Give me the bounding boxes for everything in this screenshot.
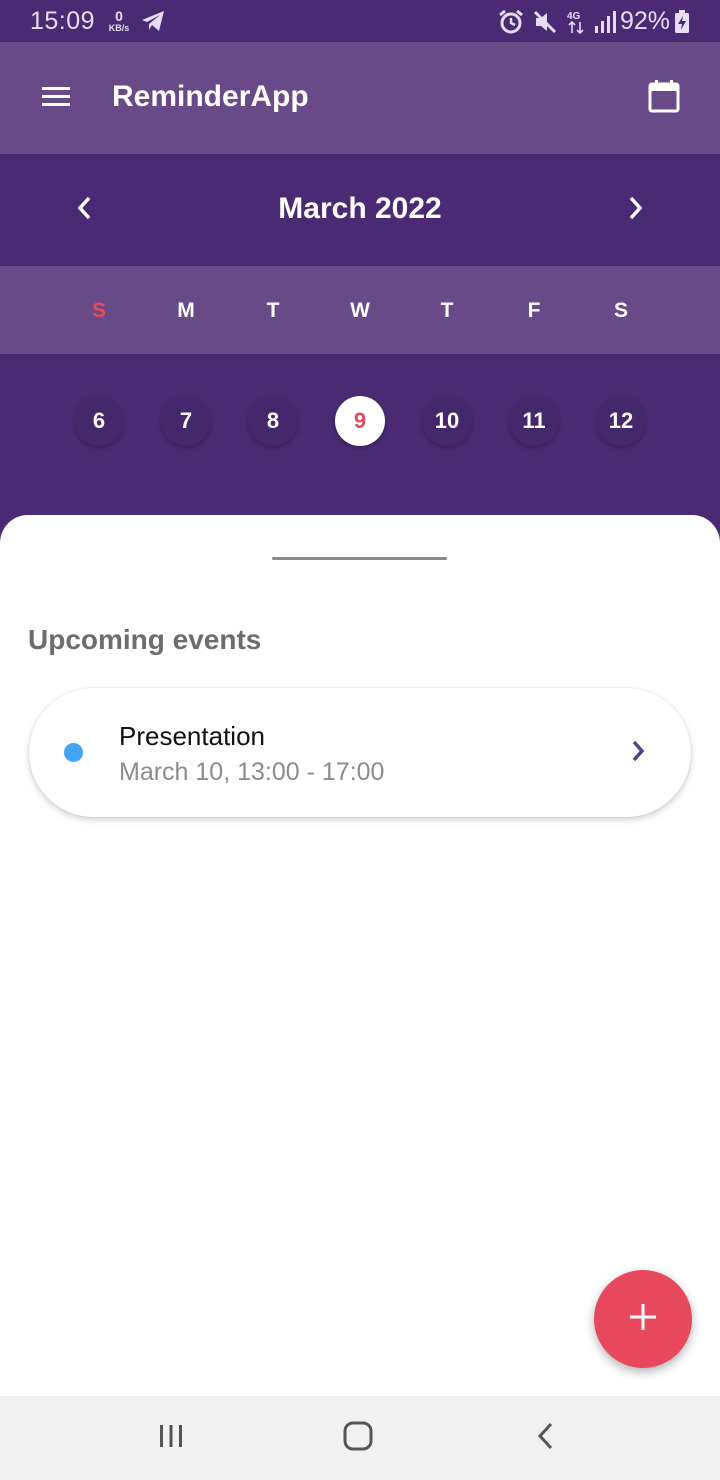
chevron-right-icon — [629, 738, 647, 769]
add-event-button[interactable] — [594, 1270, 692, 1368]
weekday-sunday: S — [91, 299, 106, 322]
chevron-right-icon — [626, 195, 646, 226]
app-title: ReminderApp — [112, 80, 309, 113]
network-speed-indicator: 0 KB/s — [104, 9, 134, 33]
weekday-wednesday: W — [350, 299, 370, 322]
drag-handle[interactable] — [272, 557, 447, 560]
date-cell[interactable]: 6 — [74, 396, 124, 446]
recent-apps-icon — [156, 1422, 186, 1455]
svg-text:4G: 4G — [567, 11, 581, 22]
recent-apps-button[interactable] — [141, 1416, 201, 1460]
network-speed-value: 0 — [115, 8, 123, 24]
date-cell[interactable]: 7 — [161, 396, 211, 446]
back-button[interactable] — [515, 1416, 575, 1460]
date-cell[interactable]: 8 — [248, 396, 298, 446]
weekday-monday: M — [177, 299, 195, 322]
date-cell[interactable]: 10 — [422, 396, 472, 446]
section-title: Upcoming events — [28, 624, 262, 655]
date-cell-selected[interactable]: 9 — [335, 396, 385, 446]
battery-charging-icon — [674, 10, 690, 39]
events-sheet: Upcoming events Presentation March 10, 1… — [0, 515, 720, 1396]
status-time: 15:09 — [30, 7, 96, 35]
alarm-icon — [498, 9, 524, 40]
month-label: March 2022 — [278, 192, 442, 225]
status-icons: 4G — [498, 9, 616, 40]
mute-icon — [532, 9, 558, 40]
event-time: March 10, 13:00 - 17:00 — [119, 758, 385, 786]
plus-icon — [628, 1302, 658, 1337]
weekday-saturday: S — [613, 299, 628, 322]
date-cell[interactable]: 12 — [596, 396, 646, 446]
home-icon — [342, 1420, 374, 1457]
signal-icon — [594, 10, 616, 39]
back-icon — [534, 1421, 556, 1456]
home-button[interactable] — [328, 1416, 388, 1460]
status-bar: 15:09 0 KB/s 4G 92% — [0, 0, 720, 42]
menu-button[interactable] — [28, 74, 84, 122]
event-card[interactable]: Presentation March 10, 13:00 - 17:00 — [29, 688, 691, 817]
app-bar: ReminderApp — [0, 42, 720, 154]
menu-icon — [41, 85, 71, 112]
previous-month-button[interactable] — [58, 184, 110, 236]
weekday-tuesday: T — [266, 299, 280, 322]
calendar-button[interactable] — [638, 72, 690, 124]
network-4g-icon: 4G — [566, 9, 586, 40]
event-color-dot — [64, 743, 83, 762]
battery-percent: 92% — [620, 7, 671, 35]
weekday-row: S M T W T F S — [0, 266, 720, 354]
chevron-left-icon — [74, 195, 94, 226]
telegram-icon — [140, 9, 166, 38]
event-title: Presentation — [119, 721, 265, 751]
system-nav-bar — [0, 1396, 720, 1480]
weekday-friday: F — [527, 299, 541, 322]
date-cell[interactable]: 11 — [509, 396, 559, 446]
month-header: March 2022 — [0, 154, 720, 266]
calendar-icon — [648, 79, 680, 118]
network-speed-unit: KB/s — [108, 23, 130, 33]
weekday-thursday: T — [440, 299, 454, 322]
next-month-button[interactable] — [610, 184, 662, 236]
